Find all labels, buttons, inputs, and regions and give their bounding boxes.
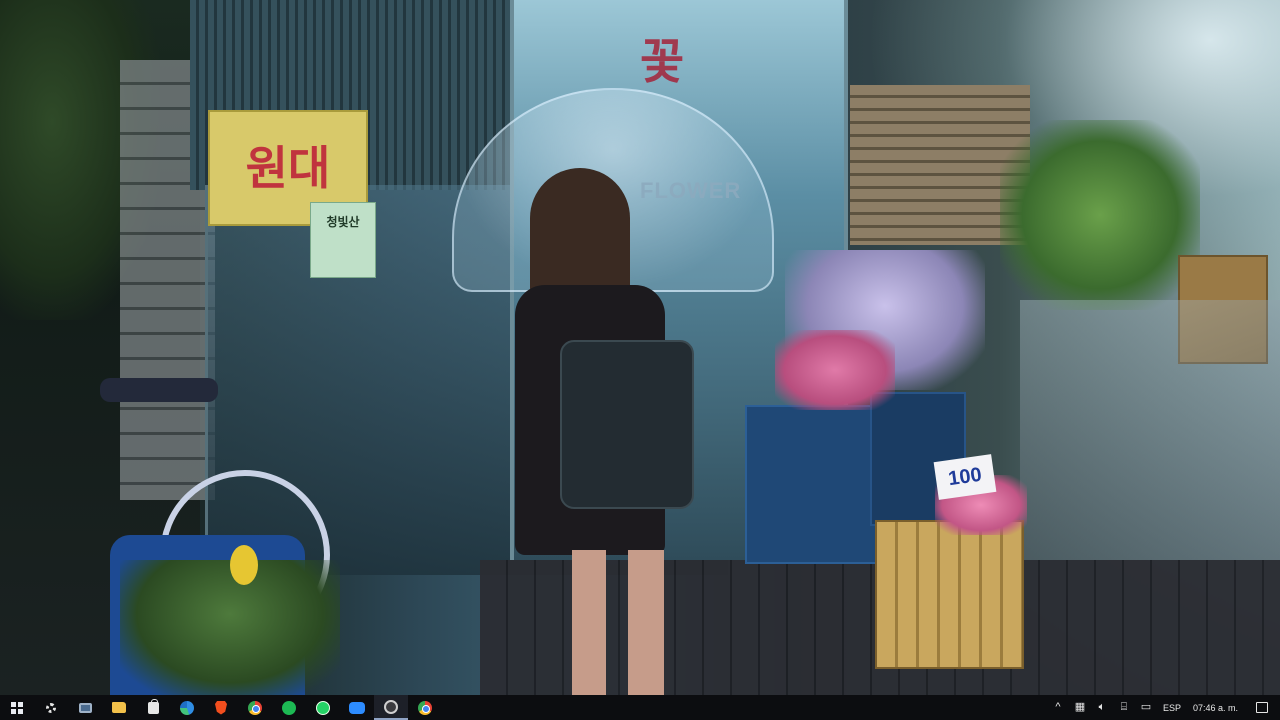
brave-lion-icon (215, 700, 227, 715)
taskbar: ^ ▦ 🔈︎ ⌸ ▭ ESP 07:46 a. m. (0, 695, 1280, 720)
chrome-icon (418, 700, 432, 715)
show-hidden-icons-button[interactable]: ^ (1047, 695, 1069, 720)
ethernet-icon: ⌸ (1120, 701, 1128, 713)
taskbar-obs[interactable] (374, 695, 408, 720)
network-button[interactable]: ⌸ (1113, 695, 1135, 720)
taskbar-chrome-2[interactable] (408, 695, 442, 720)
folder-icon (112, 702, 126, 713)
chrome-icon (248, 700, 262, 715)
girl-legs (572, 550, 664, 695)
price-card: 100 (933, 454, 997, 500)
taskbar-spotify[interactable] (272, 695, 306, 720)
bicycle-seat (100, 378, 218, 402)
notifications-button[interactable] (1244, 695, 1280, 720)
monitor-icon (78, 702, 92, 713)
wooden-crate (875, 520, 1024, 669)
desktop-wallpaper: 꽃 원대 청빛산 FLOWER 100 (0, 0, 1280, 695)
whatsapp-icon (316, 700, 330, 715)
shopping-bag-icon (147, 698, 159, 714)
windows-logo-icon (11, 701, 23, 714)
tray-network-drive[interactable]: ▦ (1069, 695, 1091, 720)
battery-icon: ▭ (1140, 701, 1152, 713)
speaker-icon: 🔈︎ (1098, 701, 1106, 713)
volume-button[interactable]: 🔈︎ (1091, 695, 1113, 720)
taskbar-edge[interactable] (170, 695, 204, 720)
potted-plant (120, 560, 340, 695)
input-language[interactable]: ESP (1157, 703, 1187, 713)
chevron-up-icon: ^ (1055, 701, 1061, 713)
system-tray: ^ ▦ 🔈︎ ⌸ ▭ ESP 07:46 a. m. (1047, 695, 1280, 720)
taskbar-whatsapp[interactable] (306, 695, 340, 720)
taskbar-settings[interactable] (34, 695, 68, 720)
spotify-icon (282, 700, 296, 715)
green-poster: 청빛산 (310, 202, 376, 278)
umbrella-text: FLOWER (640, 178, 742, 203)
green-plants (1000, 120, 1200, 310)
battery-button[interactable]: ▭ (1135, 695, 1157, 720)
taskbar-this-pc[interactable] (68, 695, 102, 720)
grid-icon: ▦ (1074, 701, 1086, 713)
gear-icon (46, 702, 56, 713)
edge-icon (180, 700, 194, 715)
notification-icon (1256, 702, 1268, 713)
blue-bucket (745, 405, 877, 564)
taskbar-zoom[interactable] (340, 695, 374, 720)
obs-icon (384, 699, 398, 714)
lemon (230, 545, 258, 585)
clock[interactable]: 07:46 a. m. (1187, 703, 1244, 713)
taskbar-chrome[interactable] (238, 695, 272, 720)
pink-flowers (775, 330, 895, 410)
backpack (560, 340, 694, 509)
taskbar-file-explorer[interactable] (102, 695, 136, 720)
taskbar-brave[interactable] (204, 695, 238, 720)
green-poster-title: 청빛산 (326, 215, 360, 229)
taskbar-microsoft-store[interactable] (136, 695, 170, 720)
zoom-icon (349, 701, 365, 714)
start-button[interactable] (0, 695, 34, 720)
